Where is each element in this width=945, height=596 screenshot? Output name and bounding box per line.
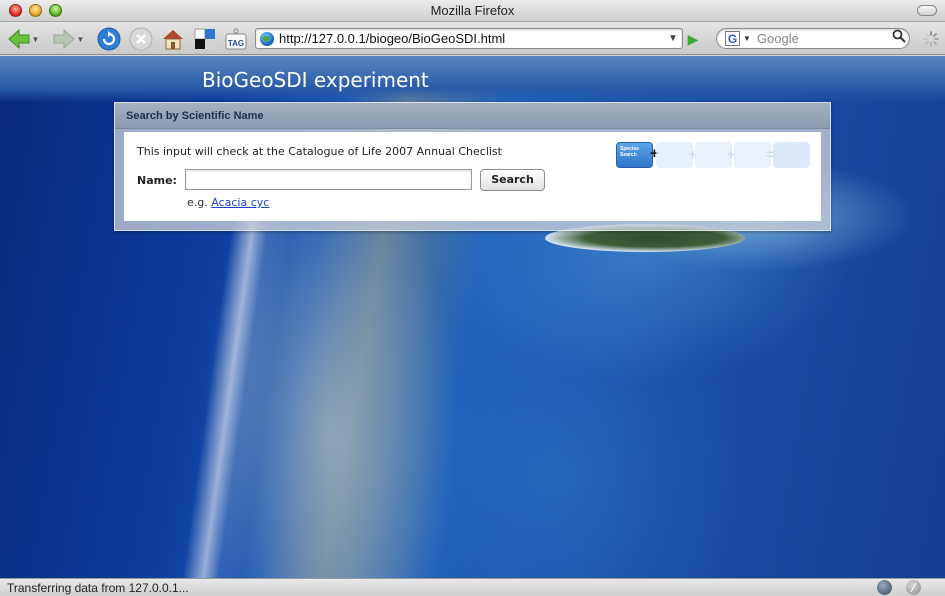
engine-dropdown-icon[interactable]: ▼ [743, 34, 751, 43]
reload-icon [97, 27, 121, 51]
go-icon: ▶ [687, 31, 699, 47]
page-content: BioGeoSDI experiment Search by Scientifi… [0, 56, 945, 578]
search-panel-title: Search by Scientific Name [126, 110, 264, 122]
back-icon [7, 28, 30, 50]
address-url-text[interactable]: http://127.0.0.1/biogeo/BioGeoSDI.html [279, 31, 664, 46]
search-panel-header: Search by Scientific Name [115, 103, 830, 129]
workflow-step-species-search[interactable]: Species Search [616, 142, 653, 168]
catalogue-info-text: This input will check at the Catalogue o… [137, 145, 502, 158]
window-title: Mozilla Firefox [430, 3, 515, 18]
workflow-step-result [773, 142, 810, 168]
page-title: BioGeoSDI experiment [202, 68, 429, 92]
status-bar: Transferring data from 127.0.0.1... [0, 578, 945, 596]
background-sky [0, 56, 945, 102]
security-status-icon[interactable] [906, 580, 921, 595]
workflow-step-2 [656, 142, 693, 168]
stop-button[interactable] [128, 26, 154, 52]
forward-dropdown-icon[interactable]: ▼ [77, 35, 85, 44]
tag-icon: TAG [225, 28, 247, 50]
home-button[interactable] [160, 26, 186, 52]
workflow-step-label: Species Search [620, 146, 639, 158]
search-box[interactable]: G ▼ Google [716, 28, 910, 49]
status-text: Transferring data from 127.0.0.1... [7, 581, 189, 595]
forward-icon [53, 28, 75, 50]
go-button[interactable]: ▶ [684, 30, 702, 48]
search-panel-body: This input will check at the Catalogue o… [124, 132, 821, 221]
name-label: Name: [137, 174, 177, 187]
delicious-button[interactable] [192, 26, 218, 52]
stop-icon [129, 27, 153, 51]
reload-button[interactable] [96, 26, 122, 52]
google-engine-icon[interactable]: G [725, 31, 740, 46]
toolbar-toggle-button[interactable] [917, 5, 937, 16]
firebug-icon[interactable] [877, 580, 892, 595]
home-icon [163, 30, 183, 50]
delicious-icon [194, 28, 215, 49]
window-title-bar: Mozilla Firefox [0, 0, 945, 22]
scientific-name-input[interactable] [185, 169, 472, 190]
tag-button[interactable]: TAG [223, 26, 249, 52]
search-placeholder[interactable]: Google [757, 31, 889, 46]
url-history-dropdown-icon[interactable]: ▼ [664, 33, 682, 44]
magnifier-icon[interactable] [889, 29, 909, 48]
navigation-toolbar: ▼ ▼ TAG http://127.0.0.1/biogeo/BioGeoSD… [0, 22, 945, 55]
background-reef-surf [181, 206, 295, 578]
example-hint: e.g. Acacia cyc [187, 196, 269, 209]
search-button[interactable]: Search [480, 169, 545, 191]
back-dropdown-icon[interactable]: ▼ [32, 35, 40, 44]
workflow-steps: Species Search + + + = [616, 142, 811, 168]
site-globe-icon [260, 31, 274, 46]
back-button[interactable]: ▼ [5, 26, 41, 52]
svg-text:TAG: TAG [228, 39, 244, 48]
example-prefix: e.g. [187, 196, 208, 209]
search-panel: Search by Scientific Name This input wil… [114, 102, 831, 231]
forward-button[interactable]: ▼ [50, 26, 86, 52]
spinner-icon [923, 31, 939, 47]
example-link[interactable]: Acacia cyc [211, 196, 269, 209]
address-bar[interactable]: http://127.0.0.1/biogeo/BioGeoSDI.html ▼ [255, 28, 683, 49]
